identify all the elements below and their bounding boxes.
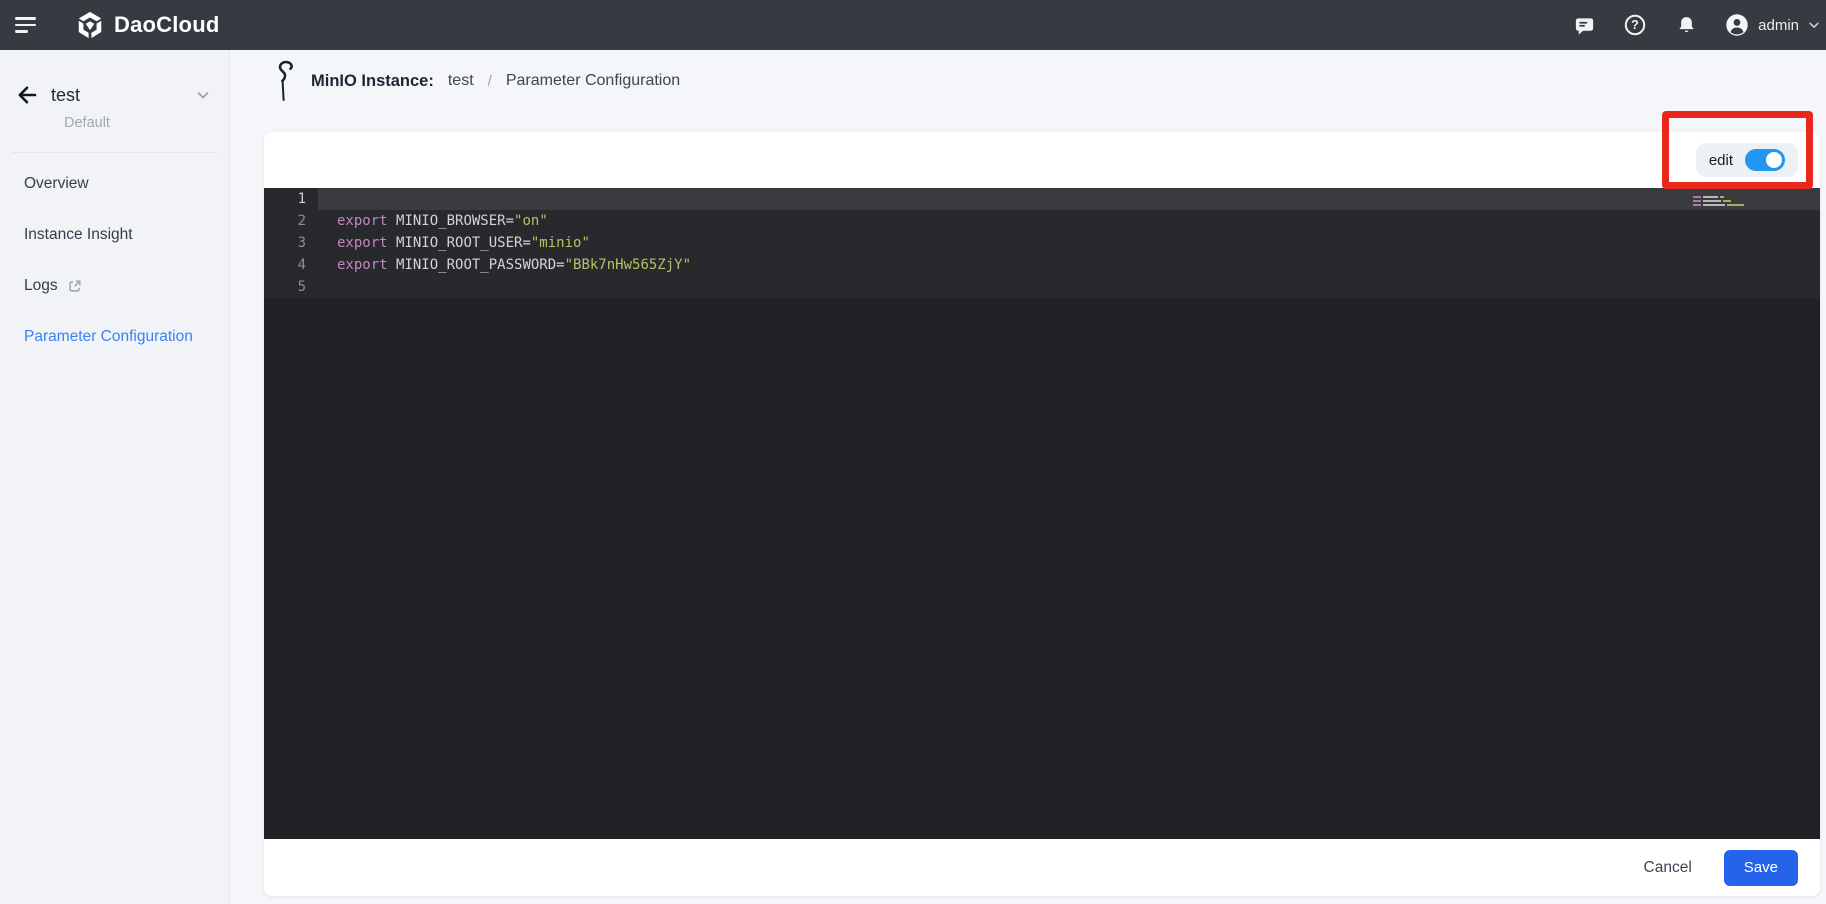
code-text[interactable]: export MINIO_ROOT_USER="minio": [318, 232, 1820, 254]
cancel-button[interactable]: Cancel: [1644, 859, 1692, 877]
line-number: 3: [264, 232, 318, 254]
daocloud-logo-icon: [75, 10, 105, 40]
user-menu[interactable]: admin: [1725, 13, 1820, 37]
code-text[interactable]: export MINIO_BROWSER="on": [318, 210, 1820, 232]
sidebar-item-label: Overview: [24, 175, 89, 193]
breadcrumb-page: Parameter Configuration: [506, 72, 680, 90]
code-line[interactable]: 3export MINIO_ROOT_USER="minio": [264, 232, 1820, 254]
code-editor[interactable]: 12export MINIO_BROWSER="on"3export MINIO…: [264, 188, 1820, 839]
panel-header: edit: [264, 132, 1820, 188]
code-line[interactable]: 5: [264, 276, 1820, 298]
panel-footer: Cancel Save: [264, 839, 1820, 896]
breadcrumb-separator: /: [488, 73, 492, 90]
instance-default-label: Default: [64, 115, 211, 131]
code-line[interactable]: 2export MINIO_BROWSER="on": [264, 210, 1820, 232]
edit-toggle-switch[interactable]: [1745, 149, 1785, 171]
menu-icon[interactable]: [15, 15, 39, 35]
instance-chevron-down-icon[interactable]: [195, 87, 211, 103]
main-content: MinIO Instance: test / Parameter Configu…: [230, 50, 1826, 904]
line-number: 4: [264, 254, 318, 276]
sidebar-item-instance-insight[interactable]: Instance Insight: [0, 209, 229, 260]
sidebar-item-label: Parameter Configuration: [24, 328, 193, 346]
breadcrumb: MinIO Instance: test / Parameter Configu…: [230, 50, 1826, 112]
avatar: [1725, 13, 1749, 37]
line-number: 1: [264, 188, 318, 210]
code-text[interactable]: [318, 276, 1820, 298]
line-number: 2: [264, 210, 318, 232]
brand-logo[interactable]: DaoCloud: [75, 10, 219, 40]
minimap[interactable]: [1693, 192, 1757, 212]
sidebar: test Default Overview Instance Insight L…: [0, 50, 230, 904]
help-icon[interactable]: ?: [1623, 13, 1647, 37]
back-button[interactable]: [14, 82, 40, 108]
parameter-config-panel: edit 12export MINIO_BROWSER="on"3export …: [264, 132, 1820, 896]
code-line[interactable]: 1: [264, 188, 1820, 210]
bell-icon[interactable]: [1674, 13, 1698, 37]
page-title: MinIO Instance:: [311, 72, 434, 91]
breadcrumb-instance[interactable]: test: [448, 72, 474, 90]
chevron-down-icon: [1808, 19, 1820, 31]
username: admin: [1758, 17, 1799, 34]
sidebar-item-logs[interactable]: Logs: [0, 260, 229, 311]
minio-logo-icon: [272, 60, 297, 102]
edit-toggle-group: edit: [1696, 143, 1798, 177]
sidebar-item-parameter-configuration[interactable]: Parameter Configuration: [0, 311, 229, 362]
instance-name[interactable]: test: [51, 85, 80, 106]
brand-name: DaoCloud: [114, 12, 219, 38]
code-text[interactable]: [318, 188, 1820, 210]
sidebar-divider: [12, 152, 217, 153]
save-button[interactable]: Save: [1724, 850, 1798, 886]
line-number: 5: [264, 276, 318, 298]
message-icon[interactable]: [1572, 13, 1596, 37]
code-line[interactable]: 4export MINIO_ROOT_PASSWORD="BBk7nHw565Z…: [264, 254, 1820, 276]
svg-text:?: ?: [1631, 18, 1639, 32]
topbar: DaoCloud ?: [0, 0, 1826, 50]
edit-toggle-label: edit: [1709, 152, 1733, 169]
external-link-icon: [67, 278, 83, 294]
sidebar-item-overview[interactable]: Overview: [0, 158, 229, 209]
code-text[interactable]: export MINIO_ROOT_PASSWORD="BBk7nHw565Zj…: [318, 254, 1820, 276]
code-lines: 12export MINIO_BROWSER="on"3export MINIO…: [264, 188, 1820, 298]
sidebar-item-label: Logs: [24, 277, 58, 295]
sidebar-item-label: Instance Insight: [24, 226, 133, 244]
sidebar-nav: Overview Instance Insight Logs Parameter…: [0, 158, 229, 362]
